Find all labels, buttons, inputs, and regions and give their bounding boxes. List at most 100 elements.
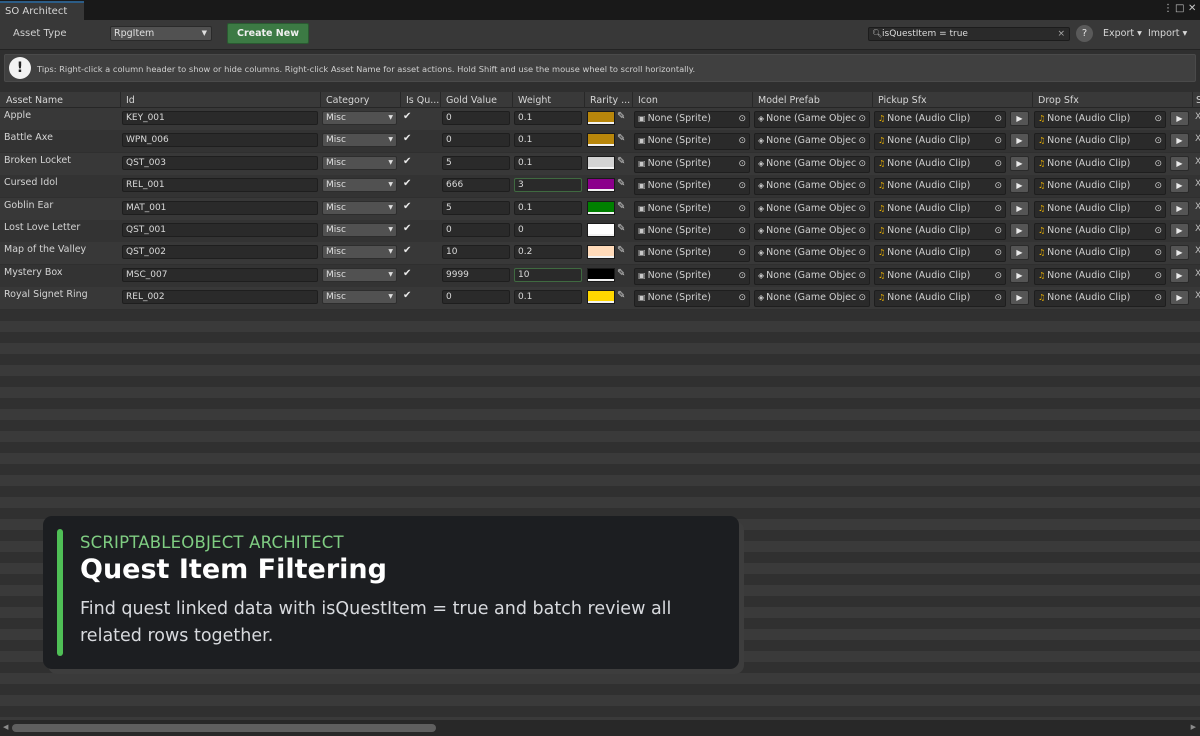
play-drop-sfx-button[interactable]: ▶ xyxy=(1170,245,1189,261)
column-header-category[interactable]: Category xyxy=(326,95,400,106)
gold-value-field[interactable]: 9999 xyxy=(442,267,510,282)
object-picker-icon[interactable]: ⊙ xyxy=(994,136,1002,146)
table-row[interactable]: Apple KEY_001 Misc ▼ ✔ 0 0.1 ✎ ▣ None (Sprite) ⊙ ◈ N… xyxy=(0,108,1200,130)
drop-sfx-field[interactable]: ♫ None (Audio Clip) ⊙ xyxy=(1034,290,1166,308)
play-drop-sfx-button[interactable]: ▶ xyxy=(1170,200,1189,216)
category-dropdown[interactable]: Misc ▼ xyxy=(322,267,397,282)
id-field[interactable]: MAT_001 xyxy=(122,200,318,215)
rarity-color-swatch[interactable] xyxy=(587,290,615,305)
is-quest-checkbox[interactable]: ✔ xyxy=(403,290,411,301)
asset-name-cell[interactable]: Broken Locket xyxy=(4,155,71,166)
rarity-color-swatch[interactable] xyxy=(587,111,615,125)
model-prefab-field[interactable]: ◈ None (Game Objec ⊙ xyxy=(754,200,870,218)
is-quest-checkbox[interactable]: ✔ xyxy=(403,245,411,256)
play-pickup-sfx-button[interactable]: ▶ xyxy=(1010,223,1029,238)
pickup-sfx-field[interactable]: ♫ None (Audio Clip) ⊙ xyxy=(874,245,1006,263)
column-header-gold-value[interactable]: Gold Value xyxy=(446,95,510,106)
overflow-column-cell[interactable]: X xyxy=(1195,134,1200,144)
pickup-sfx-field[interactable]: ♫ None (Audio Clip) ⊙ xyxy=(874,267,1006,285)
id-field[interactable]: REL_001 xyxy=(122,178,318,193)
table-row[interactable]: Royal Signet Ring REL_002 Misc ▼ ✔ 0 0.1 ✎ ▣ None… xyxy=(0,287,1200,310)
object-picker-icon[interactable]: ⊙ xyxy=(994,204,1002,214)
model-prefab-field[interactable]: ◈ None (Game Objec ⊙ xyxy=(754,133,870,151)
column-header-weight[interactable]: Weight xyxy=(518,95,582,106)
object-picker-icon[interactable]: ⊙ xyxy=(1154,226,1162,236)
weight-field[interactable]: 3 xyxy=(514,178,582,193)
pickup-sfx-field[interactable]: ♫ None (Audio Clip) ⊙ xyxy=(874,133,1006,151)
table-row[interactable]: Mystery Box MSC_007 Misc ▼ ✔ 9999 10 ✎ ▣ None (Sp… xyxy=(0,264,1200,287)
asset-name-cell[interactable]: Lost Love Letter xyxy=(4,222,80,233)
gold-value-field[interactable]: 0 xyxy=(442,290,510,305)
scroll-thumb[interactable] xyxy=(12,724,436,732)
icon-object-field[interactable]: ▣ None (Sprite) ⊙ xyxy=(634,200,750,218)
pickup-sfx-field[interactable]: ♫ None (Audio Clip) ⊙ xyxy=(874,178,1006,196)
object-picker-icon[interactable]: ⊙ xyxy=(858,204,866,214)
weight-field[interactable]: 0.1 xyxy=(514,111,582,125)
overflow-column-cell[interactable]: X xyxy=(1195,269,1200,279)
asset-name-cell[interactable]: Royal Signet Ring xyxy=(4,289,88,300)
table-row[interactable]: Goblin Ear MAT_001 Misc ▼ ✔ 5 0.1 ✎ ▣ None (Sprit… xyxy=(0,197,1200,220)
object-picker-icon[interactable]: ⊙ xyxy=(994,271,1002,281)
object-picker-icon[interactable]: ⊙ xyxy=(1154,114,1162,124)
column-header-asset-name[interactable]: Asset Name xyxy=(6,95,116,106)
icon-object-field[interactable]: ▣ None (Sprite) ⊙ xyxy=(634,133,750,151)
play-drop-sfx-button[interactable]: ▶ xyxy=(1170,155,1189,171)
id-field[interactable]: MSC_007 xyxy=(122,267,318,282)
object-picker-icon[interactable]: ⊙ xyxy=(738,136,746,146)
is-quest-checkbox[interactable]: ✔ xyxy=(403,268,411,279)
column-header-id[interactable]: Id xyxy=(126,95,316,106)
table-row[interactable]: Map of the Valley QST_002 Misc ▼ ✔ 10 0.2 ✎ ▣ Non… xyxy=(0,242,1200,265)
column-header-pickup-sfx[interactable]: Pickup Sfx xyxy=(878,95,1028,106)
gold-value-field[interactable]: 5 xyxy=(442,200,510,215)
weight-field[interactable]: 0.1 xyxy=(514,290,582,305)
overflow-column-cell[interactable]: X xyxy=(1195,157,1200,167)
overflow-column-cell[interactable]: X xyxy=(1195,291,1200,301)
object-picker-icon[interactable]: ⊙ xyxy=(738,204,746,214)
eyedropper-icon[interactable]: ✎ xyxy=(617,111,625,122)
overflow-column-cell[interactable]: X xyxy=(1195,224,1200,234)
category-dropdown[interactable]: Misc ▼ xyxy=(322,111,397,125)
id-field[interactable]: REL_002 xyxy=(122,290,318,305)
object-picker-icon[interactable]: ⊙ xyxy=(994,159,1002,169)
overflow-column-cell[interactable]: X xyxy=(1195,112,1200,122)
category-dropdown[interactable]: Misc ▼ xyxy=(322,200,397,215)
object-picker-icon[interactable]: ⊙ xyxy=(858,114,866,124)
object-picker-icon[interactable]: ⊙ xyxy=(1154,159,1162,169)
column-header-more[interactable]: S xyxy=(1196,95,1200,106)
model-prefab-field[interactable]: ◈ None (Game Objec ⊙ xyxy=(754,155,870,173)
object-picker-icon[interactable]: ⊙ xyxy=(994,248,1002,258)
object-picker-icon[interactable]: ⊙ xyxy=(1154,136,1162,146)
icon-object-field[interactable]: ▣ None (Sprite) ⊙ xyxy=(634,178,750,196)
icon-object-field[interactable]: ▣ None (Sprite) ⊙ xyxy=(634,290,750,308)
eyedropper-icon[interactable]: ✎ xyxy=(617,245,625,256)
column-header-is-quest[interactable]: Is Qu... xyxy=(406,95,440,106)
object-picker-icon[interactable]: ⊙ xyxy=(738,248,746,258)
gold-value-field[interactable]: 0 xyxy=(442,223,510,237)
object-picker-icon[interactable]: ⊙ xyxy=(1154,204,1162,214)
window-tab[interactable]: SO Architect xyxy=(0,1,84,20)
rarity-color-swatch[interactable] xyxy=(587,133,615,148)
eyedropper-icon[interactable]: ✎ xyxy=(617,133,625,144)
create-new-button[interactable]: Create New xyxy=(227,23,309,44)
pickup-sfx-field[interactable]: ♫ None (Audio Clip) ⊙ xyxy=(874,111,1006,128)
model-prefab-field[interactable]: ◈ None (Game Objec ⊙ xyxy=(754,223,870,240)
model-prefab-field[interactable]: ◈ None (Game Objec ⊙ xyxy=(754,111,870,128)
icon-object-field[interactable]: ▣ None (Sprite) ⊙ xyxy=(634,223,750,240)
eyedropper-icon[interactable]: ✎ xyxy=(617,156,625,167)
close-icon[interactable]: ✕ xyxy=(1188,3,1196,14)
play-pickup-sfx-button[interactable]: ▶ xyxy=(1010,267,1029,283)
object-picker-icon[interactable]: ⊙ xyxy=(994,226,1002,236)
gold-value-field[interactable]: 666 xyxy=(442,178,510,193)
object-picker-icon[interactable]: ⊙ xyxy=(858,136,866,146)
object-picker-icon[interactable]: ⊙ xyxy=(858,226,866,236)
gold-value-field[interactable]: 0 xyxy=(442,133,510,148)
object-picker-icon[interactable]: ⊙ xyxy=(1154,271,1162,281)
import-button[interactable]: Import ▾ xyxy=(1148,28,1187,39)
pickup-sfx-field[interactable]: ♫ None (Audio Clip) ⊙ xyxy=(874,223,1006,240)
weight-field[interactable]: 0.1 xyxy=(514,200,582,215)
is-quest-checkbox[interactable]: ✔ xyxy=(403,111,411,122)
rarity-color-swatch[interactable] xyxy=(587,267,615,282)
category-dropdown[interactable]: Misc ▼ xyxy=(322,245,397,260)
rarity-color-swatch[interactable] xyxy=(587,245,615,260)
object-picker-icon[interactable]: ⊙ xyxy=(858,293,866,303)
